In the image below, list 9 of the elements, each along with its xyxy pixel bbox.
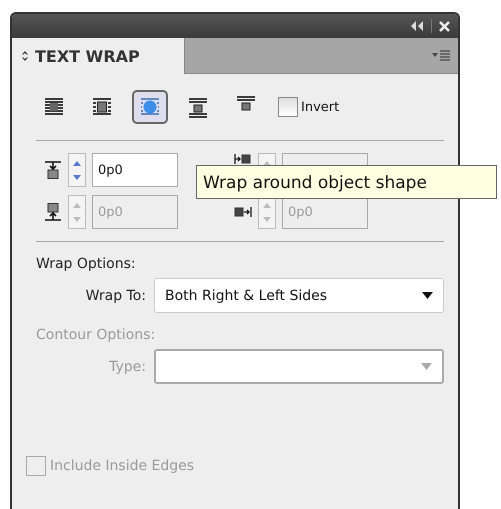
tooltip: Wrap around object shape <box>196 165 497 199</box>
field-label: Type: <box>108 358 146 374</box>
checkbox-label: Invert <box>301 100 340 114</box>
offset-field[interactable]: 0p0 <box>92 153 178 187</box>
checkbox-label: Include Inside Edges <box>50 458 194 474</box>
field-label: Wrap To: <box>84 288 146 304</box>
section-heading: Wrap Options: <box>36 256 137 272</box>
section-heading: Contour Options: <box>36 327 156 343</box>
wrap-to-dropdown[interactable]: Both Right & Left Sides <box>154 278 444 313</box>
